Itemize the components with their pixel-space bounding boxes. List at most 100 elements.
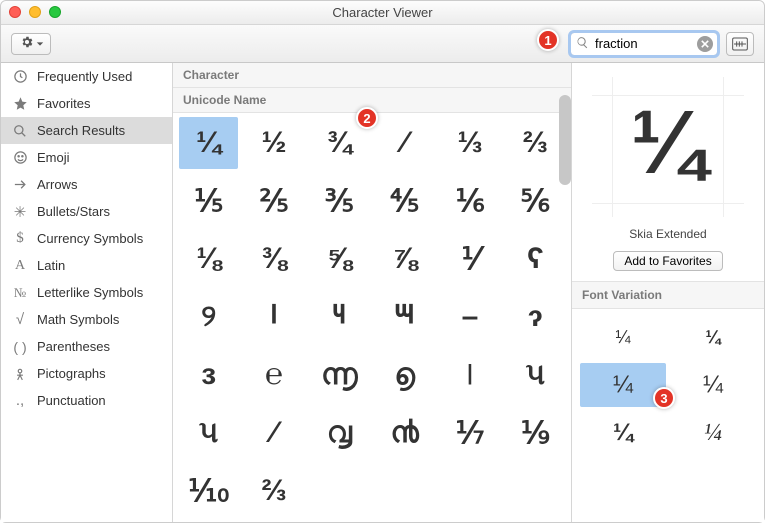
glyph-cell[interactable]: ⁄ xyxy=(244,407,303,459)
sidebar-item-parentheses[interactable]: ( ) Parentheses xyxy=(1,333,172,360)
arrow-icon xyxy=(11,177,29,192)
glyph-cell[interactable]: ൮ xyxy=(310,407,369,459)
letterA-icon: A xyxy=(11,258,29,274)
glyph-cell[interactable]: ⅑ xyxy=(506,407,565,459)
bullet-icon: ✳︎ xyxy=(11,203,29,221)
punct-icon: ., xyxy=(11,392,29,409)
sqrt-icon: √ xyxy=(11,311,29,328)
sidebar-item-emoji[interactable]: Emoji xyxy=(1,144,172,171)
titlebar: Character Viewer xyxy=(1,1,764,25)
font-variation-cell[interactable]: ¼ xyxy=(580,411,666,455)
sidebar-item-letterlike-symbols[interactable]: №Letterlike Symbols xyxy=(1,279,172,306)
glyph-cell[interactable]: ɜ xyxy=(179,349,238,401)
scrollbar-thumb[interactable] xyxy=(559,95,571,185)
glyph-cell[interactable]: ൭ xyxy=(375,349,434,401)
glyph-cell[interactable]: ⅞ xyxy=(375,233,434,285)
glyph-cell[interactable]: ɂ xyxy=(506,291,565,343)
glyph-cell[interactable]: ⅔ xyxy=(506,117,565,169)
glyph-cell[interactable]: ൬ xyxy=(310,349,369,401)
font-variation-cell[interactable]: ¼ xyxy=(670,411,756,455)
glyph-cell[interactable]: ⅐ xyxy=(440,407,499,459)
glyph-cell[interactable]: ⅜ xyxy=(244,233,303,285)
minimize-icon[interactable] xyxy=(29,6,41,18)
action-menu-button[interactable] xyxy=(11,33,51,55)
sidebar-item-label: Emoji xyxy=(37,150,70,165)
close-icon[interactable] xyxy=(9,6,21,18)
sidebar-item-punctuation[interactable]: ., Punctuation xyxy=(1,387,172,414)
glyph-cell[interactable]: ½ xyxy=(244,117,303,169)
glyph-cell[interactable]: ⅒ xyxy=(179,465,238,517)
glyph-cell[interactable]: ⅖ xyxy=(244,175,303,227)
font-variation-cell[interactable]: ¼ xyxy=(670,363,756,407)
glyph-cell[interactable]: ⅔ xyxy=(244,465,303,517)
glyph-cell[interactable]: ⅝ xyxy=(310,233,369,285)
glyph-cell[interactable]: ૫ xyxy=(506,349,565,401)
glyph-cell[interactable]: ⅓ xyxy=(440,117,499,169)
sidebar-item-search-results[interactable]: Search Results xyxy=(1,117,172,144)
sidebar-item-currency-symbols[interactable]: $ Currency Symbols xyxy=(1,225,172,252)
glyph-cell[interactable]: ౺ xyxy=(310,291,369,343)
glyph-cell[interactable]: ¼ xyxy=(179,117,238,169)
picto-icon xyxy=(11,367,29,381)
glyph-cell[interactable]: ⅗ xyxy=(310,175,369,227)
font-variation-cell[interactable]: ¼ xyxy=(670,315,756,359)
chevron-down-icon xyxy=(36,36,44,51)
glyph-cell[interactable]: ʕ xyxy=(506,233,565,285)
character-grid: ¼½¾⁄⅓⅔⅕⅖⅗⅘⅙⅚⅛⅜⅝⅞⅟ʕ୨౹౺౻–ɂɜ℮൬൭৷૫૫⁄൮൯⅐⅑⅒⅔ xyxy=(173,113,571,522)
sidebar-item-pictographs[interactable]: Pictographs xyxy=(1,360,172,387)
glyph-cell[interactable]: ⁄ xyxy=(375,117,434,169)
sidebar-item-label: Frequently Used xyxy=(37,69,132,84)
column-header-character: Character xyxy=(173,63,571,88)
glyph-cell[interactable]: ⅕ xyxy=(179,175,238,227)
sidebar-item-frequently-used[interactable]: Frequently Used xyxy=(1,63,172,90)
sidebar-item-bullets-stars[interactable]: ✳︎Bullets/Stars xyxy=(1,198,172,225)
font-variation-header: Font Variation xyxy=(572,281,764,309)
glyph-cell[interactable]: ൯ xyxy=(375,407,434,459)
sidebar: Frequently Used Favorites Search Results Em… xyxy=(1,63,173,522)
search-icon xyxy=(11,124,29,138)
clock-icon xyxy=(11,69,29,84)
glyph-cell[interactable]: ⅛ xyxy=(179,233,238,285)
sidebar-item-label: Pictographs xyxy=(37,366,106,381)
toolbar xyxy=(1,25,764,63)
sidebar-item-math-symbols[interactable]: √ Math Symbols xyxy=(1,306,172,333)
maximize-icon[interactable] xyxy=(49,6,61,18)
glyph-cell[interactable]: ୨ xyxy=(179,291,238,343)
glyph-cell[interactable]: ৷ xyxy=(440,349,499,401)
character-column: Character Unicode Name ¼½¾⁄⅓⅔⅕⅖⅗⅘⅙⅚⅛⅜⅝⅞⅟… xyxy=(173,63,572,522)
add-to-favorites-button[interactable]: Add to Favorites xyxy=(613,251,722,271)
glyph-cell[interactable]: ⅙ xyxy=(440,175,499,227)
search-input[interactable] xyxy=(570,32,718,56)
callout-3: 3 xyxy=(653,387,675,409)
glyph-cell[interactable]: ⅚ xyxy=(506,175,565,227)
sidebar-item-label: Parentheses xyxy=(37,339,110,354)
dollar-icon: $ xyxy=(11,230,29,247)
sidebar-item-arrows[interactable]: Arrows xyxy=(1,171,172,198)
preview-glyph: ¼ xyxy=(630,92,705,195)
sidebar-item-favorites[interactable]: Favorites xyxy=(1,90,172,117)
search-field xyxy=(570,32,718,56)
character-preview: ¼ xyxy=(572,63,764,223)
sidebar-item-label: Currency Symbols xyxy=(37,231,143,246)
compact-view-button[interactable] xyxy=(726,32,754,56)
glyph-cell[interactable]: ૫ xyxy=(179,407,238,459)
parens-icon: ( ) xyxy=(11,339,29,355)
callout-2: 2 xyxy=(356,107,378,129)
glyph-cell[interactable]: ℮ xyxy=(244,349,303,401)
sidebar-item-label: Arrows xyxy=(37,177,77,192)
window-controls xyxy=(9,6,61,18)
glyph-cell[interactable]: – xyxy=(440,291,499,343)
glyph-cell[interactable]: ౻ xyxy=(375,291,434,343)
sidebar-item-label: Punctuation xyxy=(37,393,106,408)
star-icon xyxy=(11,96,29,111)
font-variation-cell[interactable]: ¼ xyxy=(580,315,666,359)
numero-icon: № xyxy=(11,285,29,301)
glyph-cell[interactable]: ⅟ xyxy=(440,233,499,285)
glyph-cell[interactable]: ⅘ xyxy=(375,175,434,227)
glyph-cell[interactable]: ౹ xyxy=(244,291,303,343)
clear-search-button[interactable] xyxy=(697,36,713,52)
sidebar-item-label: Math Symbols xyxy=(37,312,119,327)
sidebar-item-label: Search Results xyxy=(37,123,125,138)
smiley-icon xyxy=(11,150,29,165)
sidebar-item-latin[interactable]: ALatin xyxy=(1,252,172,279)
